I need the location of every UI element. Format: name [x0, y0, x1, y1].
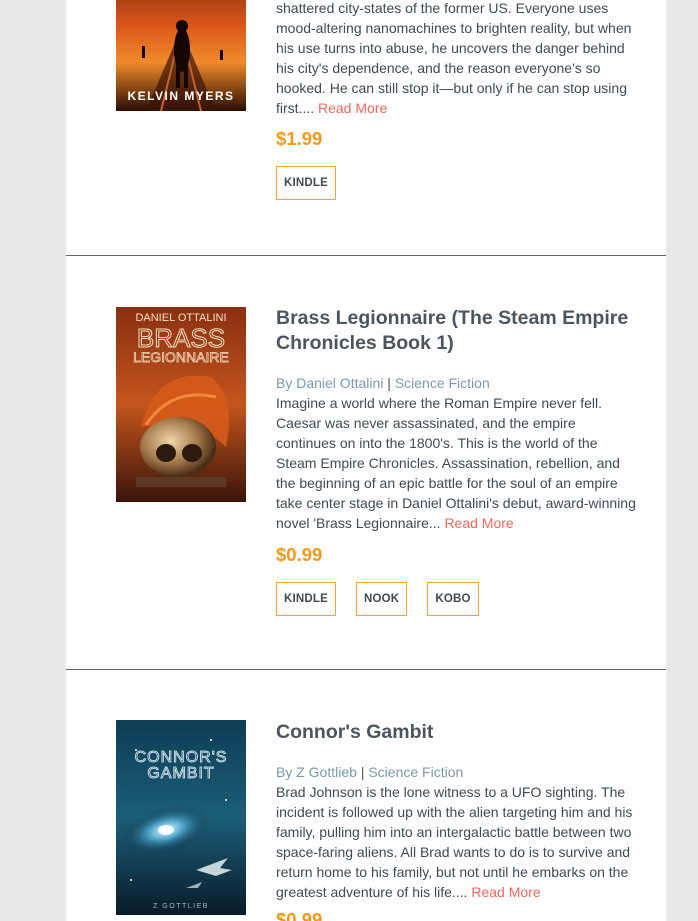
cover-title-line2: LEGIONNAIRE: [133, 349, 229, 365]
book-item: CONNOR'S GAMBIT Z GOTTLIEB Connor's Gamb…: [66, 669, 666, 921]
cover-illustration: DANIEL OTTALINI BRASS LEGIONNAIRE: [116, 307, 246, 502]
book-meta: By Z Gottlieb | Science Fiction: [276, 762, 638, 782]
book-list-panel: KELVIN MYERS shattered city-states of th…: [66, 0, 666, 921]
book-item: DANIEL OTTALINI BRASS LEGIONNAIRE Brass …: [66, 255, 666, 670]
book-price: $0.99: [276, 544, 323, 565]
cover-title-line1: CONNOR'S: [135, 749, 228, 766]
description-text: Imagine a world where the Roman Empire n…: [276, 395, 636, 531]
nook-button[interactable]: NOOK: [356, 582, 408, 616]
read-more-link[interactable]: Read More: [444, 515, 513, 531]
store-buttons: KINDLE: [276, 166, 337, 200]
book-title[interactable]: Connor's Gambit: [276, 720, 638, 745]
read-more-link[interactable]: Read More: [318, 100, 387, 116]
book-cover[interactable]: KELVIN MYERS: [116, 0, 246, 111]
book-info: Brass Legionnaire (The Steam Empire Chro…: [276, 306, 638, 616]
cover-title-line2: GAMBIT: [147, 765, 214, 782]
book-item: KELVIN MYERS shattered city-states of th…: [66, 0, 666, 255]
book-price: $0.99: [276, 909, 323, 921]
cover-author-text: Z GOTTLIEB: [153, 903, 209, 910]
store-buttons: KINDLE NOOK KOBO: [276, 582, 479, 616]
book-title[interactable]: Brass Legionnaire (The Steam Empire Chro…: [276, 306, 638, 356]
book-cover[interactable]: DANIEL OTTALINI BRASS LEGIONNAIRE: [116, 307, 246, 502]
book-meta: By Daniel Ottalini | Science Fiction: [276, 373, 638, 393]
description-text: shattered city-states of the former US. …: [276, 0, 632, 116]
cover-illustration: CONNOR'S GAMBIT Z GOTTLIEB: [116, 720, 246, 915]
book-price: $1.99: [276, 128, 323, 149]
book-description: shattered city-states of the former US. …: [276, 0, 638, 118]
genre-link[interactable]: Science Fiction: [368, 764, 463, 780]
book-description: Brad Johnson is the lone witness to a UF…: [276, 782, 638, 902]
kindle-button[interactable]: KINDLE: [276, 166, 337, 200]
kobo-button[interactable]: KOBO: [427, 582, 479, 616]
cover-illustration: KELVIN MYERS: [116, 0, 246, 111]
kindle-button[interactable]: KINDLE: [276, 582, 337, 616]
read-more-link[interactable]: Read More: [471, 884, 540, 900]
genre-link[interactable]: Science Fiction: [395, 375, 490, 391]
author-link[interactable]: By Daniel Ottalini: [276, 375, 383, 391]
author-link[interactable]: By Z Gottlieb: [276, 764, 357, 780]
book-info: Connor's Gambit By Z Gottlieb | Science …: [276, 720, 638, 921]
meta-separator: |: [360, 764, 365, 780]
cover-author-text: KELVIN MYERS: [127, 89, 234, 103]
book-info: shattered city-states of the former US. …: [276, 0, 638, 200]
description-text: Brad Johnson is the lone witness to a UF…: [276, 784, 633, 900]
book-description: Imagine a world where the Roman Empire n…: [276, 393, 638, 533]
meta-separator: |: [387, 375, 391, 391]
book-cover[interactable]: CONNOR'S GAMBIT Z GOTTLIEB: [116, 720, 246, 915]
